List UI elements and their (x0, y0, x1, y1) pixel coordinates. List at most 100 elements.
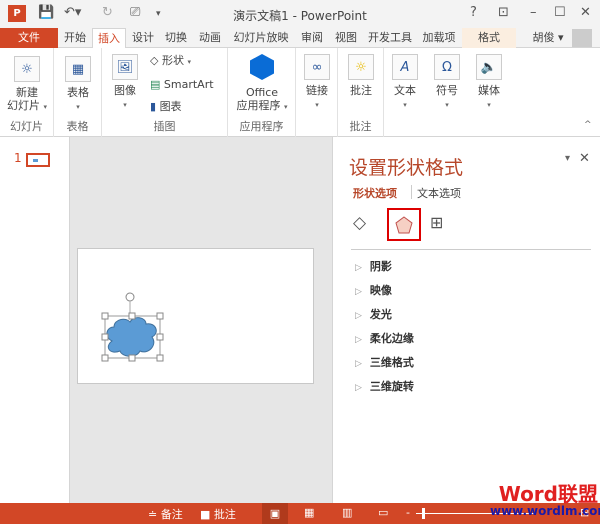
notes-button[interactable]: ≐ 备注 (148, 506, 183, 522)
symbols-button[interactable]: Ω 符号 ▾ (430, 54, 464, 112)
pane-options-icon[interactable]: ▾ (565, 153, 570, 164)
slide-sorter-icon[interactable]: ▦ (304, 506, 314, 519)
slide-number: 1 (14, 151, 22, 165)
tab-format[interactable]: 格式 (462, 28, 516, 48)
slide-thumbnail[interactable] (26, 153, 50, 167)
ribbon-display-icon[interactable]: ⊡ (498, 5, 509, 20)
section-label: 发光 (369, 308, 392, 321)
rotation-handle[interactable] (125, 292, 135, 302)
pane-close-button[interactable]: ✕ (579, 151, 590, 166)
chart-button[interactable]: ▮ 图表 (150, 100, 182, 113)
comment-icon: ☼ (348, 54, 374, 80)
expand-icon: ▷ (355, 383, 362, 393)
section-reflection[interactable]: ▷ 映像 (355, 282, 392, 298)
tab-text-options[interactable]: 文本选项 (417, 185, 461, 201)
tab-shape-options[interactable]: 形状选项 (353, 185, 397, 201)
office-apps-button[interactable]: Office 应用程序 ▾ (230, 54, 294, 114)
table-label: 表格 (67, 86, 89, 99)
group-media: 🔈 媒体 ▾ (468, 48, 510, 137)
ribbon: ☼ 新建 幻灯片 ▾ 幻灯片 ▦ 表格 ▾ 表格 🖼 图像 ▾ ◇ 形状 ▾ ▤ S… (0, 48, 600, 137)
collapse-ribbon-icon[interactable]: ^ (584, 120, 592, 130)
zoom-slider-thumb[interactable] (422, 508, 425, 519)
expand-icon: ▷ (355, 359, 362, 369)
comment-label: 批注 (350, 84, 372, 97)
new-slide-label: 新建 幻灯片 (6, 86, 40, 112)
office-apps-icon (250, 54, 274, 80)
thumbnail-shape (33, 159, 38, 162)
section-label: 阴影 (369, 260, 392, 273)
effects-button[interactable] (387, 208, 421, 241)
comment-button[interactable]: ☼ 批注 (342, 54, 380, 97)
tab-addins[interactable]: 加载项 (418, 28, 460, 48)
group-text: A 文本 ▾ (384, 48, 426, 137)
format-shape-pane: 设置形状格式 ▾ ✕ 形状选项 文本选项 ◇ ⊞ ▷ 阴影 ▷ 映像 ▷ 发光 ▷ 柔化… (332, 137, 600, 503)
text-button[interactable]: A 文本 ▾ (388, 54, 422, 112)
media-button[interactable]: 🔈 媒体 ▾ (472, 54, 506, 112)
comments-label: 批注 (213, 508, 236, 521)
tab-home[interactable]: 开始 (60, 28, 90, 48)
pentagon-effects-icon (395, 215, 413, 233)
maximize-button[interactable]: ☐ (554, 5, 566, 20)
tab-view[interactable]: 视图 (330, 28, 362, 48)
section-label: 柔化边缘 (369, 332, 414, 345)
tab-review[interactable]: 审阅 (296, 28, 328, 48)
slide-canvas[interactable] (77, 248, 314, 384)
group-slides: ☼ 新建 幻灯片 ▾ 幻灯片 (0, 48, 54, 137)
watermark-url: www.wordlm.com (490, 504, 600, 518)
slideshow-view-icon[interactable]: ▭ (378, 506, 388, 519)
smartart-button[interactable]: ▤ SmartArt (150, 78, 214, 91)
links-button[interactable]: ∞ 链接 ▾ (300, 54, 334, 112)
group-comments: ☼ 批注 批注 (338, 48, 384, 137)
avatar[interactable] (572, 29, 592, 47)
table-button[interactable]: ▦ 表格 ▾ (58, 56, 98, 114)
links-label: 链接 (306, 84, 328, 97)
link-icon: ∞ (304, 54, 330, 80)
tab-animations[interactable]: 动画 (194, 28, 226, 48)
cloud-shape[interactable] (98, 289, 168, 364)
chart-icon: ▮ (150, 100, 157, 113)
zoom-out-button[interactable]: - (406, 506, 410, 519)
normal-view-button[interactable]: ▣ (262, 503, 288, 524)
tab-transitions[interactable]: 切换 (160, 28, 192, 48)
new-slide-icon: ☼ (14, 56, 40, 82)
group-symbols: Ω 符号 ▾ (426, 48, 468, 137)
help-button[interactable]: ? (470, 5, 477, 20)
expand-icon: ▷ (355, 311, 362, 321)
images-button[interactable]: 🖼 图像 ▾ (106, 54, 144, 112)
images-label: 图像 (114, 84, 136, 97)
image-icon: 🖼 (112, 54, 138, 80)
window-title: 演示文稿1 - PowerPoint (233, 9, 367, 23)
reading-view-icon[interactable]: ▥ (342, 506, 352, 519)
size-properties-icon[interactable]: ⊞ (430, 213, 443, 232)
user-account[interactable]: 胡俊 ▾ (528, 28, 568, 48)
text-icon: A (392, 54, 418, 80)
group-label-comments: 批注 (349, 120, 372, 133)
section-glow[interactable]: ▷ 发光 (355, 306, 392, 322)
close-button[interactable]: ✕ (580, 5, 591, 20)
shapes-icon: ◇ (150, 54, 159, 67)
section-label: 三维格式 (369, 356, 414, 369)
tab-design[interactable]: 设计 (128, 28, 158, 48)
new-slide-button[interactable]: ☼ 新建 幻灯片 ▾ (2, 56, 52, 114)
shapes-label: 形状 (161, 54, 184, 67)
fill-line-icon[interactable]: ◇ (353, 213, 366, 233)
section-shadow[interactable]: ▷ 阴影 (355, 258, 392, 274)
shapes-button[interactable]: ◇ 形状 ▾ (150, 54, 191, 69)
group-links: ∞ 链接 ▾ (296, 48, 338, 137)
group-label-tables: 表格 (66, 120, 89, 133)
expand-icon: ▷ (355, 263, 362, 273)
speaker-icon: 🔈 (476, 54, 502, 80)
expand-icon: ▷ (355, 287, 362, 297)
pane-title: 设置形状格式 (349, 157, 464, 179)
tab-slideshow[interactable]: 幻灯片放映 (228, 28, 294, 48)
tab-insert[interactable]: 插入 (92, 28, 126, 49)
minimize-button[interactable]: – (530, 5, 537, 20)
user-name: 胡俊 (532, 31, 555, 44)
tab-developer[interactable]: 开发工具 (364, 28, 416, 48)
comments-button[interactable]: ■ 批注 (200, 506, 236, 522)
section-soft-edges[interactable]: ▷ 柔化边缘 (355, 330, 414, 346)
section-3d-format[interactable]: ▷ 三维格式 (355, 354, 414, 370)
tab-file[interactable]: 文件 (0, 28, 58, 48)
section-3d-rotation[interactable]: ▷ 三维旋转 (355, 378, 414, 394)
group-label-illustrations: 插图 (153, 120, 176, 133)
